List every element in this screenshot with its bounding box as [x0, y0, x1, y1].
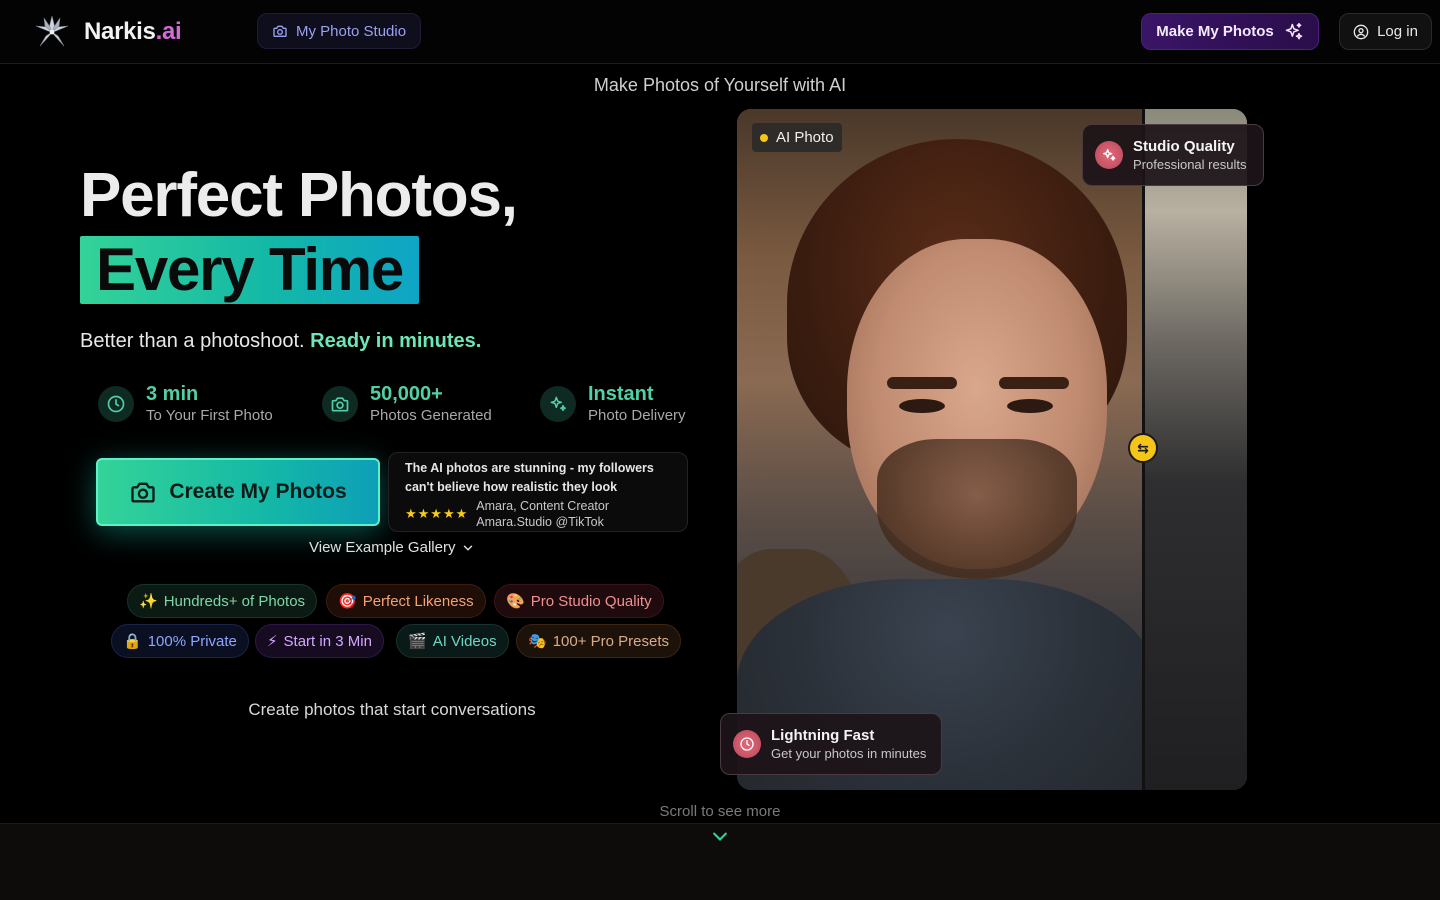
camera-icon [131, 482, 155, 503]
create-my-photos-button[interactable]: Create My Photos [96, 458, 380, 526]
card-subtitle: Professional results [1133, 156, 1247, 172]
status-dot-icon [760, 133, 768, 142]
sparkles-icon [1285, 22, 1303, 39]
star-rating: ★★★★★ [405, 506, 469, 521]
top-nav: Narkis.ai My Photo Studio Make My Photos… [0, 0, 1440, 64]
studio-button-label: My Photo Studio [296, 22, 407, 40]
create-button-label: Create My Photos [169, 480, 347, 503]
hero-subtitle: Better than a photoshoot. Ready in minut… [80, 330, 482, 352]
my-photo-studio-button[interactable]: My Photo Studio [257, 13, 422, 49]
slider-handle-icon[interactable]: ⇆ [1128, 433, 1158, 463]
stat-label: To Your First Photo [146, 407, 273, 424]
clapper-emoji-icon: 🎬 [408, 633, 427, 650]
before-after-photo-slider[interactable]: ⇆ AI Photo [737, 109, 1247, 790]
palette-emoji-icon: 🎨 [506, 593, 525, 610]
log-in-button[interactable]: Log in [1339, 13, 1432, 50]
stat-instant-delivery: Instant Photo Delivery [540, 382, 686, 426]
hero-title-line2: Every Time [80, 236, 420, 304]
pill-label: 100+ Pro Presets [552, 632, 670, 650]
camera-icon [273, 25, 287, 37]
ai-tag-label: AI Photo [776, 129, 834, 146]
masks-emoji-icon: 🎭 [528, 633, 547, 650]
card-subtitle: Get your photos in minutes [771, 745, 927, 761]
pill-label: Perfect Likeness [362, 592, 474, 610]
sparkles-icon [540, 386, 576, 422]
photo-eye-right [1007, 399, 1053, 413]
hero-title-line1: Perfect Photos, [80, 161, 518, 230]
card-title: Studio Quality [1133, 137, 1235, 155]
stat-label: Photos Generated [370, 407, 492, 424]
make-my-photos-button[interactable]: Make My Photos [1141, 13, 1319, 50]
sparkle-emoji-icon: ✨ [139, 593, 158, 610]
chevron-down-icon [464, 545, 473, 551]
pill-label: 100% Private [147, 632, 237, 650]
flower-logo-icon [35, 15, 69, 47]
brand-name: Narkis.ai [84, 18, 182, 45]
pill-label: Hundreds+ of Photos [163, 592, 306, 610]
feature-pill-presets: 🎭 100+ Pro Presets [516, 624, 682, 658]
photo-beard [877, 439, 1077, 579]
feature-pill-start-3-min: ⚡ Start in 3 Min [255, 624, 384, 658]
feature-pill-likeness: 🎯 Perfect Likeness [326, 584, 486, 618]
clock-icon [733, 730, 761, 758]
stat-first-photo: 3 min To Your First Photo [98, 382, 273, 426]
clock-icon [98, 386, 134, 422]
pill-label: AI Videos [432, 632, 497, 650]
brand-logo[interactable]: Narkis.ai [32, 12, 182, 52]
feature-pill-hundreds: ✨ Hundreds+ of Photos [127, 584, 318, 618]
lightning-fast-card: Lightning Fast Get your photos in minute… [720, 713, 942, 775]
testimonial-handle: Amara.Studio @TikTok [476, 515, 604, 529]
conversation-caption: Create photos that start conversations [248, 700, 536, 719]
stat-value: 3 min [146, 383, 199, 405]
login-label: Log in [1377, 23, 1418, 40]
stat-value: Instant [588, 383, 654, 405]
pill-label: Pro Studio Quality [530, 592, 652, 610]
chevron-down-icon[interactable] [710, 829, 730, 845]
photo-brow-right [999, 377, 1069, 389]
stat-value: 50,000+ [370, 383, 443, 405]
target-emoji-icon: 🎯 [338, 593, 357, 610]
page-tagline: Make Photos of Yourself with AI [593, 75, 847, 95]
lock-emoji-icon: 🔒 [123, 633, 142, 650]
testimonial-quote: The AI photos are stunning - my follower… [405, 461, 654, 494]
photo-eye-left [899, 399, 945, 413]
card-title: Lightning Fast [771, 726, 875, 744]
view-example-gallery-link[interactable]: View Example Gallery [309, 539, 475, 556]
feature-pill-ai-videos: 🎬 AI Videos [396, 624, 509, 658]
ai-photo-tag: AI Photo [752, 123, 842, 152]
gallery-link-label: View Example Gallery [309, 539, 456, 556]
testimonial-footer: ★★★★★ Amara, Content Creator Amara.Studi… [405, 498, 671, 530]
photo-original-side [1143, 109, 1247, 790]
feature-pill-studio-quality: 🎨 Pro Studio Quality [494, 584, 664, 618]
stat-label: Photo Delivery [588, 407, 686, 424]
photo-brow-left [887, 377, 957, 389]
make-button-label: Make My Photos [1156, 23, 1274, 40]
stat-photos-generated: 50,000+ Photos Generated [322, 382, 492, 426]
feature-pill-private: 🔒 100% Private [111, 624, 249, 658]
testimonial-card: The AI photos are stunning - my follower… [388, 452, 688, 532]
pill-label: Start in 3 Min [283, 632, 372, 650]
scroll-hint: Scroll to see more [659, 803, 781, 820]
camera-icon [322, 386, 358, 422]
lightning-emoji-icon: ⚡ [267, 633, 278, 650]
testimonial-author: Amara, Content Creator [476, 499, 609, 513]
studio-quality-card: Studio Quality Professional results [1082, 124, 1264, 186]
user-circle-icon [1353, 24, 1369, 39]
sparkles-icon [1095, 141, 1123, 169]
